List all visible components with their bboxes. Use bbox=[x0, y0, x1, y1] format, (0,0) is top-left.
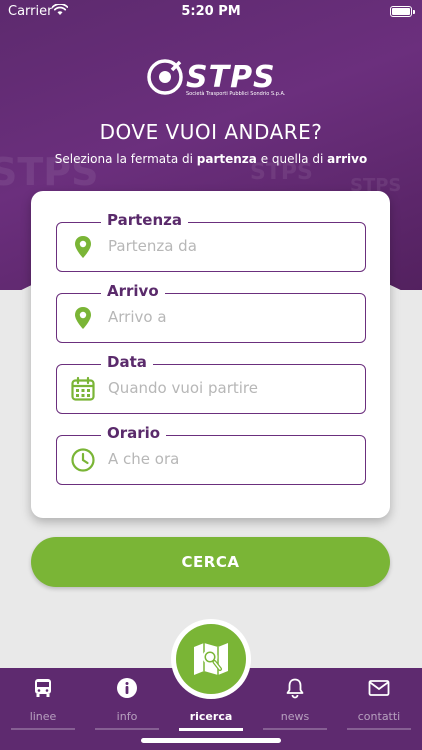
date-input[interactable]: Quando vuoi partire bbox=[108, 379, 258, 397]
info-icon bbox=[117, 678, 137, 698]
battery-icon bbox=[390, 6, 415, 17]
mail-icon bbox=[368, 680, 390, 696]
logo-mark-icon bbox=[147, 59, 183, 95]
field-label: Data bbox=[101, 353, 153, 371]
time-input[interactable]: A che ora bbox=[108, 450, 179, 468]
subtitle-arrival: arrivo bbox=[327, 152, 368, 166]
clock-time: 5:20 PM bbox=[181, 4, 241, 19]
location-pin-icon bbox=[75, 236, 91, 258]
bell-icon bbox=[286, 678, 304, 699]
status-bar: Carrier 5:20 PM bbox=[0, 0, 422, 24]
tab-label: ricerca bbox=[189, 710, 233, 723]
search-card: Partenza Partenza da Arrivo Arrivo a Dat… bbox=[31, 191, 390, 518]
date-field[interactable]: Data Quando vuoi partire bbox=[56, 353, 366, 414]
search-button[interactable]: CERCA bbox=[31, 537, 390, 587]
tab-label: contatti bbox=[357, 710, 401, 723]
subtitle-text: e quella di bbox=[256, 152, 328, 166]
page-title: DOVE VUOI ANDARE? bbox=[99, 120, 323, 144]
tab-underline bbox=[347, 728, 411, 730]
field-label: Orario bbox=[101, 424, 167, 442]
clock-icon bbox=[71, 448, 95, 472]
fab-circle bbox=[176, 624, 246, 694]
tab-label: info bbox=[116, 710, 138, 723]
field-label: Partenza bbox=[101, 211, 188, 229]
subtitle-text: Seleziona la fermata di bbox=[54, 152, 197, 166]
brand-logo: STPS Società Trasporti Pubblici Sondrio … bbox=[146, 56, 286, 106]
subtitle-departure: partenza bbox=[196, 152, 257, 166]
location-pin-icon bbox=[75, 307, 91, 329]
tab-underline bbox=[263, 728, 327, 730]
home-indicator bbox=[141, 738, 281, 743]
calendar-icon bbox=[71, 376, 95, 401]
time-field[interactable]: Orario A che ora bbox=[56, 424, 366, 485]
departure-input[interactable]: Partenza da bbox=[108, 237, 197, 255]
tab-underline bbox=[95, 728, 159, 730]
tab-label: linee bbox=[29, 710, 57, 723]
arrival-input[interactable]: Arrivo a bbox=[108, 308, 167, 326]
brand-name: STPS bbox=[186, 60, 276, 95]
tab-label: news bbox=[280, 710, 310, 723]
departure-field[interactable]: Partenza Partenza da bbox=[56, 211, 366, 272]
tab-underline bbox=[11, 728, 75, 730]
tab-underline bbox=[179, 728, 243, 731]
brand-tagline: Società Trasporti Pubblici Sondrio S.p.A… bbox=[186, 91, 286, 97]
arrival-field[interactable]: Arrivo Arrivo a bbox=[56, 282, 366, 343]
map-search-icon bbox=[194, 643, 228, 675]
page-subtitle: Seleziona la fermata di partenza e quell… bbox=[0, 152, 422, 166]
field-label: Arrivo bbox=[101, 282, 165, 300]
bus-icon bbox=[35, 679, 51, 697]
search-tab-fab[interactable] bbox=[171, 619, 251, 699]
